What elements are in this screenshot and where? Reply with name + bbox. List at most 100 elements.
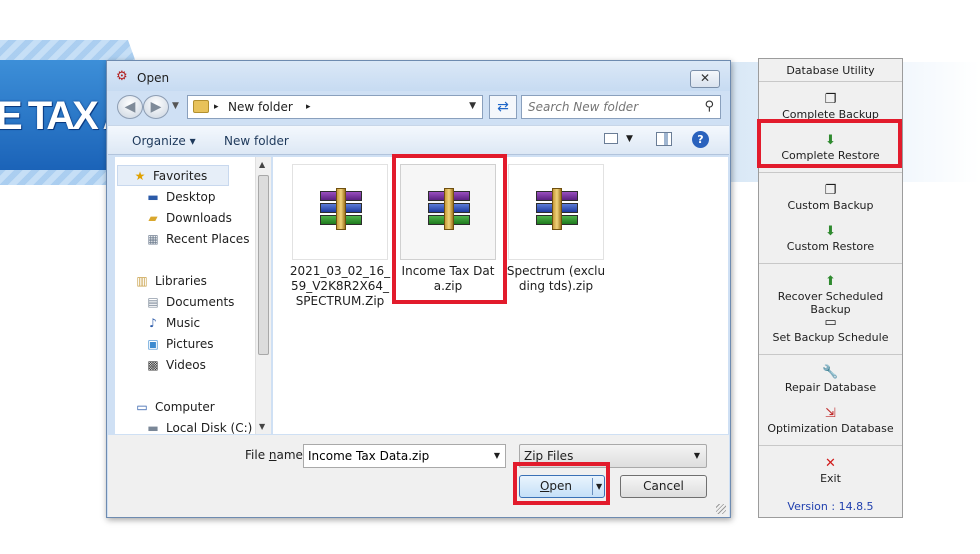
nav-item-videos[interactable]: ▩ Videos	[145, 355, 206, 376]
close-button[interactable]: ✕	[690, 70, 720, 88]
recover-scheduled-backup-button[interactable]: ⬆ Recover Scheduled Backup	[759, 268, 902, 316]
breadcrumb-separator[interactable]: ▸	[306, 102, 311, 112]
search-box[interactable]: ⚲	[521, 95, 721, 119]
organize-menu[interactable]: Organize ▾	[132, 134, 196, 148]
nav-item-favorites[interactable]: ★ Favorites	[117, 165, 229, 186]
open-options-dropdown[interactable]: ▼	[596, 476, 602, 497]
winrar-archive-icon	[320, 188, 362, 230]
nav-item-pictures[interactable]: ▣ Pictures	[145, 334, 213, 355]
utility-group-schedule: ⬆ Recover Scheduled Backup ▭ Set Backup …	[759, 264, 902, 355]
nav-item-documents[interactable]: ▤ Documents	[145, 292, 234, 313]
chevron-down-icon: ▼	[596, 482, 603, 491]
refresh-icon: ⇄	[497, 99, 509, 115]
restore-icon: ⬇	[825, 224, 836, 239]
file-name: Spectrum (excluding tds).zip	[506, 264, 606, 293]
file-name-combo[interactable]: ▼	[303, 444, 506, 468]
complete-backup-button[interactable]: ❐ Complete Backup	[759, 86, 902, 127]
repair-database-button[interactable]: 🔧 Repair Database	[759, 359, 902, 400]
chevron-down-icon[interactable]: ▼	[494, 451, 500, 460]
forward-button[interactable]: ▶	[143, 95, 169, 119]
dialog-titlebar[interactable]: ⚙ Open ✕	[107, 61, 730, 91]
app-icon: ⚙	[116, 69, 128, 84]
cancel-button[interactable]: Cancel	[620, 475, 707, 498]
repair-database-label: Repair Database	[784, 381, 877, 394]
open-file-dialog: ⚙ Open ✕ ◀ ▶ ▼ ▸ New folder ▸ ▼ ⇄ ⚲ Orga…	[106, 60, 731, 518]
nav-label: Recent Places	[166, 232, 250, 246]
star-icon: ★	[134, 169, 146, 183]
file-name-input[interactable]	[304, 445, 484, 467]
open-button-label: Open	[539, 479, 573, 493]
recent-locations-dropdown[interactable]: ▼	[172, 101, 179, 111]
set-backup-schedule-label: Set Backup Schedule	[772, 331, 889, 344]
folder-icon	[193, 100, 209, 113]
file-thumbnail	[400, 164, 496, 260]
scroll-down-icon[interactable]: ▼	[259, 422, 265, 431]
command-bar: Organize ▾ New folder ▼ ?	[108, 125, 729, 155]
refresh-button[interactable]: ⇄	[489, 95, 517, 119]
recent-places-icon: ▦	[147, 232, 159, 246]
complete-restore-label: Complete Restore	[781, 149, 880, 162]
utility-group-complete: ❐ Complete Backup ⬇ Complete Restore	[759, 82, 902, 173]
file-type-value: Zip Files	[524, 449, 574, 463]
file-thumbnail	[292, 164, 388, 260]
exit-button[interactable]: ✕ Exit	[759, 450, 902, 491]
back-arrow-icon: ◀	[124, 99, 136, 115]
nav-item-music[interactable]: ♪ Music	[145, 313, 200, 334]
scroll-up-icon[interactable]: ▲	[259, 160, 265, 169]
address-row: ◀ ▶ ▼ ▸ New folder ▸ ▼ ⇄ ⚲	[115, 95, 725, 119]
optimize-icon: ⇲	[825, 406, 836, 421]
videos-icon: ▩	[147, 358, 159, 372]
utility-group-exit: ✕ Exit	[759, 446, 902, 495]
custom-restore-button[interactable]: ⬇ Custom Restore	[759, 218, 902, 259]
change-view-icon[interactable]	[604, 133, 618, 144]
breadcrumb-separator[interactable]: ▸	[214, 102, 219, 112]
nav-label: Libraries	[155, 274, 207, 288]
custom-backup-label: Custom Backup	[787, 199, 874, 212]
chevron-down-icon: ▼	[172, 101, 179, 111]
view-options-dropdown[interactable]: ▼	[626, 134, 633, 144]
nav-label: Favorites	[153, 169, 208, 183]
computer-icon: ▭	[136, 400, 148, 414]
restore-icon: ⬇	[825, 133, 836, 148]
breadcrumb-new-folder[interactable]: New folder	[228, 100, 293, 114]
music-icon: ♪	[149, 316, 157, 330]
search-icon[interactable]: ⚲	[704, 99, 714, 114]
preview-pane-icon[interactable]	[656, 132, 672, 146]
nav-item-computer[interactable]: ▭ Computer	[134, 397, 214, 418]
help-icon[interactable]: ?	[692, 131, 709, 148]
custom-backup-button[interactable]: ❐ Custom Backup	[759, 177, 902, 218]
address-dropdown[interactable]: ▼	[469, 101, 476, 111]
file-type-select[interactable]: Zip Files ▼	[519, 444, 707, 468]
scrollbar-thumb[interactable]	[258, 175, 269, 355]
nav-item-downloads[interactable]: ▰ Downloads	[145, 208, 232, 229]
file-name-label: File name:	[245, 448, 307, 462]
address-bar[interactable]: ▸ New folder ▸ ▼	[187, 95, 483, 119]
downloads-icon: ▰	[148, 211, 158, 225]
winrar-archive-icon	[536, 188, 578, 230]
new-folder-button[interactable]: New folder	[224, 134, 289, 148]
file-item[interactable]: Spectrum (excluding tds).zip	[507, 164, 605, 299]
file-list-view: 2021_03_02_16_59_V2K8R2X64_SPECTRUM.Zip …	[273, 157, 728, 434]
file-item-selected[interactable]: Income Tax Data.zip	[400, 164, 496, 299]
nav-item-recent-places[interactable]: ▦ Recent Places	[145, 229, 249, 250]
file-item[interactable]: 2021_03_02_16_59_V2K8R2X64_SPECTRUM.Zip	[290, 164, 390, 308]
navigation-scrollbar[interactable]: ▲ ▼	[255, 157, 271, 434]
open-button[interactable]: Open ▼	[519, 475, 605, 498]
nav-item-libraries[interactable]: ▥ Libraries	[134, 271, 207, 292]
nav-item-desktop[interactable]: ▬ Desktop	[145, 187, 215, 208]
exit-label: Exit	[820, 472, 841, 485]
forward-arrow-icon: ▶	[150, 99, 162, 115]
back-button[interactable]: ◀	[117, 95, 143, 119]
optimization-database-button[interactable]: ⇲ Optimization Database	[759, 400, 902, 441]
nav-item-local-disk[interactable]: ▬ Local Disk (C:)	[145, 418, 252, 434]
dialog-title: Open	[137, 71, 170, 85]
complete-restore-button[interactable]: ⬇ Complete Restore	[759, 127, 902, 168]
winrar-archive-icon	[428, 188, 470, 230]
set-backup-schedule-button[interactable]: ▭ Set Backup Schedule	[759, 309, 902, 350]
recover-icon: ⬆	[825, 274, 836, 289]
close-icon: ✕	[699, 71, 711, 85]
search-input[interactable]	[522, 96, 692, 118]
resize-grip[interactable]	[716, 504, 726, 514]
dialog-footer: File name: ▼ Zip Files ▼ Open ▼ Cancel	[108, 435, 729, 517]
complete-backup-label: Complete Backup	[782, 108, 879, 121]
